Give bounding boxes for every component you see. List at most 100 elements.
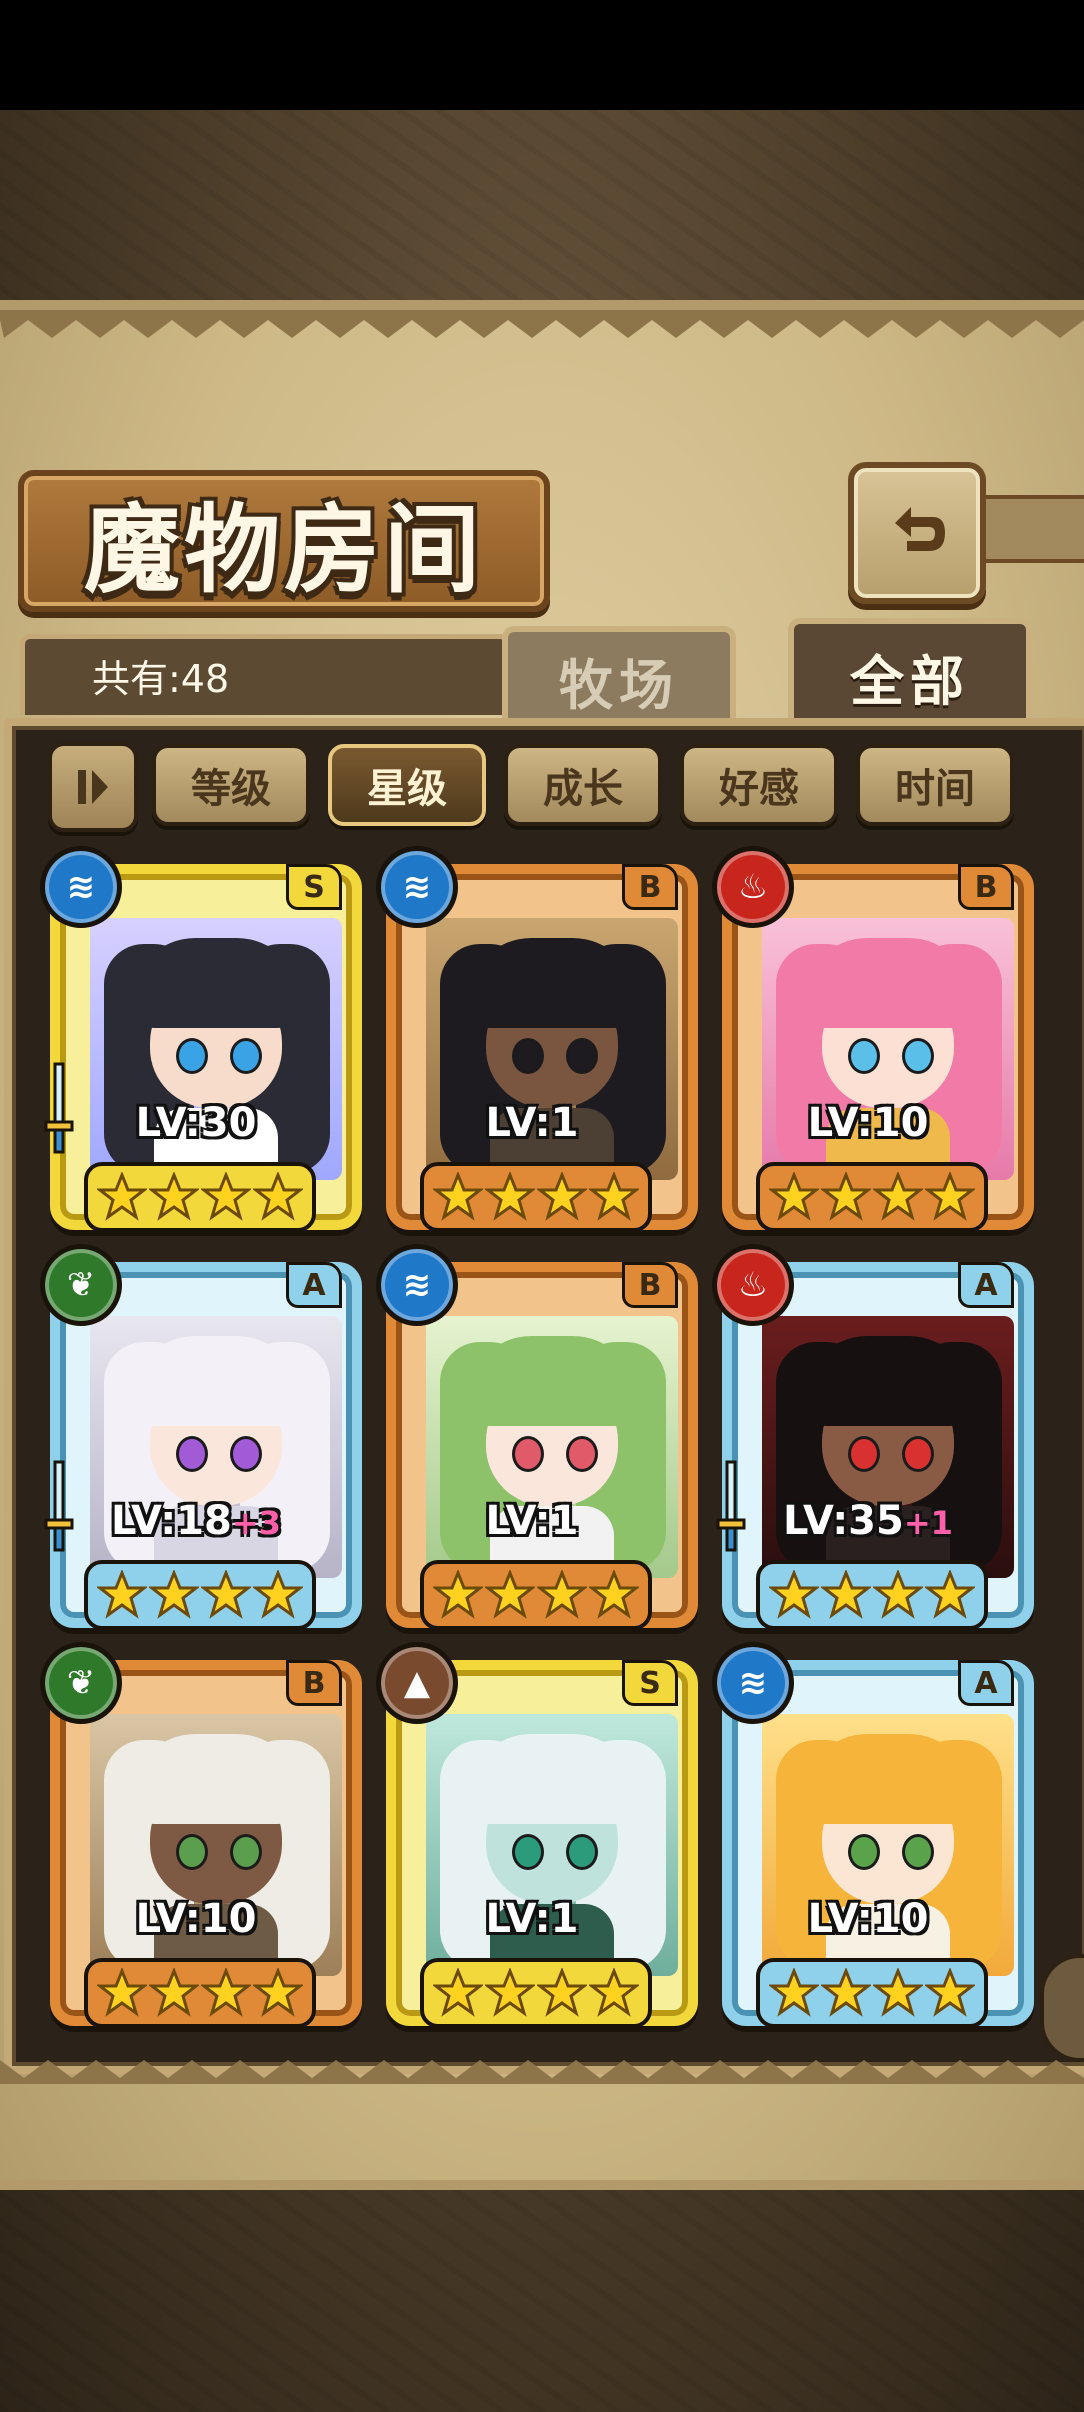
rank-badge: B bbox=[622, 864, 678, 910]
tab-all[interactable]: 全部 bbox=[788, 618, 1032, 728]
star-icon bbox=[769, 1968, 819, 2017]
rank-badge: B bbox=[622, 1262, 678, 1308]
filter-affection-label: 好感 bbox=[719, 765, 799, 812]
star-icon bbox=[925, 1570, 975, 1619]
rank-badge: S bbox=[622, 1660, 678, 1706]
tab-all-label: 全部 bbox=[850, 648, 970, 713]
star-rating bbox=[84, 1958, 316, 2028]
water-element-icon: ≋ bbox=[376, 1244, 458, 1326]
monster-level: LV:1 bbox=[485, 1100, 579, 1146]
rank-badge: A bbox=[286, 1262, 342, 1308]
monster-count: 共有:48 bbox=[92, 657, 230, 701]
star-icon bbox=[873, 1172, 923, 1221]
star-icon bbox=[537, 1172, 587, 1221]
sort-toggle-button[interactable] bbox=[48, 742, 138, 832]
star-icon bbox=[253, 1968, 303, 2017]
page-title: 魔物房间 bbox=[84, 492, 484, 606]
monster-level: LV:30 bbox=[135, 1100, 257, 1146]
filter-level-label: 等级 bbox=[191, 765, 271, 812]
filter-star-button[interactable]: 星级 bbox=[328, 744, 486, 826]
wood-element-icon: ❦ bbox=[40, 1642, 122, 1724]
star-icon bbox=[589, 1570, 639, 1619]
filter-growth-label: 成长 bbox=[543, 765, 623, 812]
filter-star-label: 星级 bbox=[367, 765, 447, 812]
monster-level: LV:18+3 bbox=[111, 1498, 281, 1544]
rank-badge: A bbox=[958, 1262, 1014, 1308]
wood-element-icon: ❦ bbox=[40, 1244, 122, 1326]
star-rating bbox=[420, 1560, 652, 1630]
star-icon bbox=[925, 1172, 975, 1221]
fire-element-icon: ♨ bbox=[712, 846, 794, 928]
star-icon bbox=[769, 1570, 819, 1619]
zigzag-border-bottom bbox=[0, 2060, 1084, 2084]
star-icon bbox=[485, 1570, 535, 1619]
filter-time-button[interactable]: 时间 bbox=[856, 744, 1014, 826]
monster-card[interactable]: B ≋ LV:1 bbox=[376, 846, 698, 1244]
star-icon bbox=[149, 1172, 199, 1221]
monster-level: LV:10 bbox=[135, 1896, 257, 1942]
filter-time-label: 时间 bbox=[895, 765, 975, 812]
star-icon bbox=[769, 1172, 819, 1221]
star-icon bbox=[821, 1968, 871, 2017]
monster-card[interactable]: A ❦ LV:18+3 bbox=[40, 1244, 362, 1642]
water-element-icon: ≋ bbox=[712, 1642, 794, 1724]
monster-level: LV:10 bbox=[807, 1896, 929, 1942]
star-icon bbox=[97, 1570, 147, 1619]
tab-farm[interactable]: 牧场 bbox=[502, 626, 736, 728]
star-icon bbox=[149, 1570, 199, 1619]
monster-level: LV:1 bbox=[485, 1896, 579, 1942]
star-rating bbox=[756, 1958, 988, 2028]
status-bar bbox=[0, 0, 1084, 110]
rank-badge: B bbox=[958, 864, 1014, 910]
star-icon bbox=[589, 1968, 639, 2017]
star-rating bbox=[756, 1162, 988, 1232]
water-element-icon: ≋ bbox=[40, 846, 122, 928]
star-icon bbox=[589, 1172, 639, 1221]
page-title-plate: 魔物房间 bbox=[18, 470, 550, 612]
monster-card[interactable]: S ▲ LV:1 bbox=[376, 1642, 698, 2040]
star-icon bbox=[485, 1172, 535, 1221]
filter-growth-button[interactable]: 成长 bbox=[504, 744, 662, 826]
star-icon bbox=[537, 1968, 587, 2017]
star-icon bbox=[925, 1968, 975, 2017]
monster-level: LV:35+1 bbox=[783, 1498, 953, 1544]
star-icon bbox=[201, 1570, 251, 1619]
star-icon bbox=[873, 1968, 923, 2017]
return-arrow-icon bbox=[854, 468, 980, 598]
filter-affection-button[interactable]: 好感 bbox=[680, 744, 838, 826]
level-bonus: +3 bbox=[231, 1504, 281, 1542]
star-rating bbox=[420, 1162, 652, 1232]
level-bonus: +1 bbox=[903, 1504, 953, 1542]
star-icon bbox=[149, 1968, 199, 2017]
star-rating bbox=[756, 1560, 988, 1630]
star-icon bbox=[821, 1570, 871, 1619]
monster-card[interactable]: A ♨ LV:35+1 bbox=[712, 1244, 1034, 1642]
star-rating bbox=[84, 1162, 316, 1232]
monster-level: LV:10 bbox=[807, 1100, 929, 1146]
star-icon bbox=[253, 1172, 303, 1221]
tab-farm-label: 牧场 bbox=[559, 652, 679, 717]
rank-badge: S bbox=[286, 864, 342, 910]
monster-card[interactable]: S ≋ LV:30 bbox=[40, 846, 362, 1244]
star-icon bbox=[433, 1172, 483, 1221]
star-icon bbox=[821, 1172, 871, 1221]
monster-card[interactable]: B ≋ LV:1 bbox=[376, 1244, 698, 1642]
star-icon bbox=[433, 1968, 483, 2017]
star-icon bbox=[873, 1570, 923, 1619]
sort-toggle-icon bbox=[78, 770, 108, 804]
star-rating bbox=[84, 1560, 316, 1630]
monster-card[interactable]: A ≋ LV:10 bbox=[712, 1642, 1034, 2040]
star-rating bbox=[420, 1958, 652, 2028]
fire-element-icon: ♨ bbox=[712, 1244, 794, 1326]
filter-level-button[interactable]: 等级 bbox=[152, 744, 310, 826]
star-icon bbox=[201, 1172, 251, 1221]
monster-card[interactable]: B ❦ LV:10 bbox=[40, 1642, 362, 2040]
star-icon bbox=[433, 1570, 483, 1619]
monster-card[interactable]: B ♨ LV:10 bbox=[712, 846, 1034, 1244]
star-icon bbox=[537, 1570, 587, 1619]
star-icon bbox=[485, 1968, 535, 2017]
rank-badge: A bbox=[958, 1660, 1014, 1706]
back-button[interactable] bbox=[848, 462, 986, 604]
star-icon bbox=[97, 1968, 147, 2017]
star-icon bbox=[97, 1172, 147, 1221]
